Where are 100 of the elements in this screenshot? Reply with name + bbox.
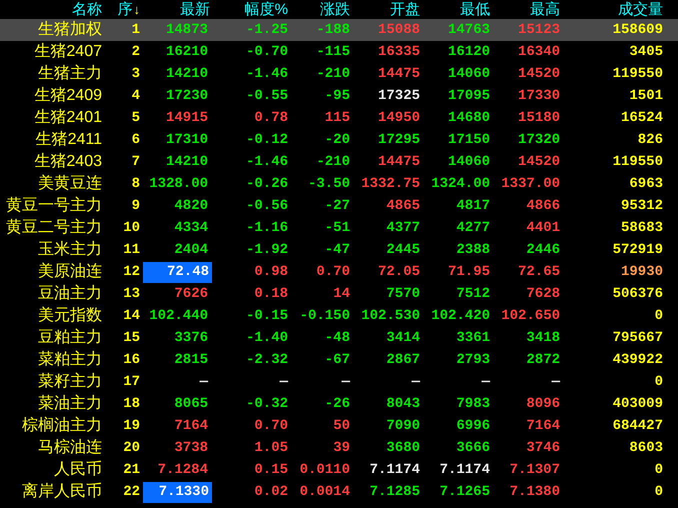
column-header[interactable]: 最新 xyxy=(180,2,210,17)
table-cell-text: 0.78 xyxy=(254,111,289,125)
row-number: 10 xyxy=(123,221,141,235)
row-number: 21 xyxy=(123,463,141,477)
table-cell-text: 2793 xyxy=(456,353,491,367)
table-cell-text: 17295 xyxy=(378,133,421,147)
table-cell-text: — xyxy=(552,375,562,389)
table-cell-text: 71.95 xyxy=(448,265,491,279)
row-number: 13 xyxy=(123,287,141,301)
instrument-name: 美元指数 xyxy=(38,308,103,324)
table-cell-text: 17325 xyxy=(378,89,421,103)
table-cell-text: 17330 xyxy=(518,89,561,103)
table-cell-text: 2815 xyxy=(174,353,209,367)
column-header[interactable]: 最高 xyxy=(530,2,560,17)
column-header[interactable]: 成交量 xyxy=(618,2,663,17)
table-cell-text: 8096 xyxy=(526,397,561,411)
column-header[interactable]: 名称 xyxy=(72,2,102,17)
table-cell-text: 14210 xyxy=(166,155,209,169)
table-cell-text: 572919 xyxy=(612,243,664,257)
table-cell-text: 7.1380 xyxy=(510,485,561,499)
instrument-name: 豆油主力 xyxy=(38,286,103,302)
table-cell-text: 16120 xyxy=(448,45,491,59)
table-cell-text: -210 xyxy=(316,155,351,169)
table-cell: 7.1330 xyxy=(158,485,210,499)
table-cell-text: 1337.00 xyxy=(501,177,561,191)
column-header[interactable]: 幅度% xyxy=(244,2,288,17)
table-cell-text: 2388 xyxy=(456,243,491,257)
table-cell-text: 7.1265 xyxy=(440,485,491,499)
table-cell-text: -0.12 xyxy=(246,133,289,147)
row-number: 9 xyxy=(132,199,141,213)
table-cell-text: 7.1174 xyxy=(440,463,491,477)
row-number: 6 xyxy=(132,133,141,147)
table-cell-text: -0.15 xyxy=(246,309,289,323)
table-cell-text: 14873 xyxy=(166,23,209,37)
table-cell-text: 119550 xyxy=(612,155,664,169)
table-cell-text: -1.92 xyxy=(246,243,289,257)
table-cell-text: 8065 xyxy=(174,397,209,411)
row-number: 7 xyxy=(132,155,141,169)
table-cell-text: -0.32 xyxy=(246,397,289,411)
table-cell-text: 0 xyxy=(654,309,664,323)
table-cell-text: 2867 xyxy=(386,353,421,367)
instrument-name: 棕榈油主力 xyxy=(22,418,103,434)
row-number: 11 xyxy=(123,243,141,257)
table-cell-text: 14210 xyxy=(166,67,209,81)
table-cell-text: 14950 xyxy=(378,111,421,125)
table-cell-text: 0 xyxy=(654,375,664,389)
table-cell-text: -0.55 xyxy=(246,89,289,103)
table-cell-text: -115 xyxy=(316,45,351,59)
table-cell-text: -27 xyxy=(324,199,351,213)
table-cell-text: 16335 xyxy=(378,45,421,59)
table-cell-text: 8043 xyxy=(386,397,421,411)
table-cell-text: 7628 xyxy=(526,287,561,301)
table-cell-text: 795667 xyxy=(612,331,664,345)
instrument-name: 生猪主力 xyxy=(38,66,103,82)
table-cell-text: -0.70 xyxy=(246,45,289,59)
table-cell-text: — xyxy=(482,375,492,389)
table-cell-text: 3376 xyxy=(174,331,209,345)
column-header[interactable]: 最低 xyxy=(460,2,490,17)
table-cell-text: -3.50 xyxy=(308,177,351,191)
table-cell-text: -20 xyxy=(324,133,351,147)
table-cell-text: -1.46 xyxy=(246,67,289,81)
column-header[interactable]: 开盘 xyxy=(390,2,420,17)
table-cell-text: -0.56 xyxy=(246,199,289,213)
table-cell-text: 8603 xyxy=(629,441,664,455)
instrument-name: 生猪2409 xyxy=(34,88,103,104)
table-cell-text: 14520 xyxy=(518,67,561,81)
row-number: 17 xyxy=(123,375,141,389)
table-cell-text: 95312 xyxy=(620,199,664,213)
table-cell-text: 16340 xyxy=(518,45,561,59)
table-cell-text: 1332.75 xyxy=(361,177,421,191)
table-cell-text: 4865 xyxy=(386,199,421,213)
table-cell-text: 102.650 xyxy=(501,309,561,323)
table-cell-text: 4866 xyxy=(526,199,561,213)
table-cell-text: -0.150 xyxy=(300,309,351,323)
table-cell-text: 17230 xyxy=(166,89,209,103)
table-cell-text: -95 xyxy=(324,89,351,103)
table-cell-text: 7.1307 xyxy=(510,463,561,477)
table-cell-text: 7983 xyxy=(456,397,491,411)
table-cell-text: 3738 xyxy=(174,441,209,455)
row-number: 2 xyxy=(132,45,141,59)
table-cell-text: 0.18 xyxy=(254,287,289,301)
instrument-name: 菜籽主力 xyxy=(38,374,103,390)
column-header[interactable]: 涨跌 xyxy=(320,2,350,17)
table-cell-text: 14520 xyxy=(518,155,561,169)
table-cell-text: 0 xyxy=(654,485,664,499)
table-cell-text: 3405 xyxy=(629,45,664,59)
table-cell-text: -0.26 xyxy=(246,177,289,191)
table-cell-text: 115 xyxy=(324,111,351,125)
row-number: 5 xyxy=(132,111,141,125)
table-cell-text: 4277 xyxy=(456,221,491,235)
table-cell-text: -26 xyxy=(324,397,351,411)
table-cell-text: 1.05 xyxy=(254,441,289,455)
row-number: 14 xyxy=(123,309,141,323)
table-cell-text: 14 xyxy=(333,287,351,301)
selected-row[interactable]: 生猪加权 1 14873 -1.25 -188 15088 14763 15123 158609 xyxy=(0,19,678,41)
table-cell-text: -1.46 xyxy=(246,155,289,169)
table-cell-text: 17320 xyxy=(518,133,561,147)
table-cell-text: -51 xyxy=(324,221,351,235)
column-header[interactable]: 序 xyxy=(118,2,132,17)
table-cell-text: 2404 xyxy=(174,243,209,257)
